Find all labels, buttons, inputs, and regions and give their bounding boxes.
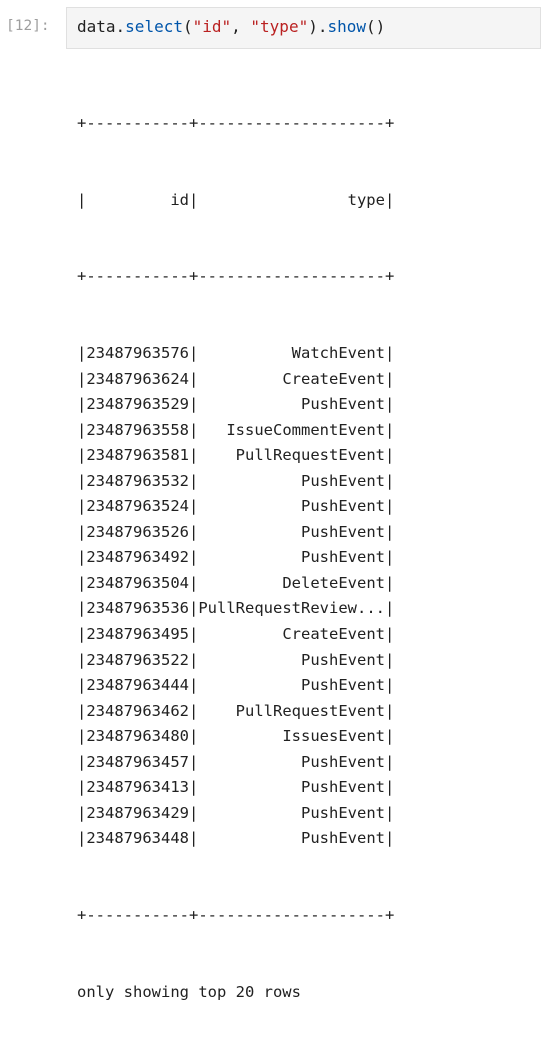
code-input-area[interactable]: data.select("id", "type").show() bbox=[66, 7, 541, 49]
table-row: |23487963529| PushEvent| bbox=[77, 395, 395, 414]
cell-type: PushEvent bbox=[198, 522, 385, 541]
cell-type: PushEvent bbox=[198, 803, 385, 822]
cell-id: 23487963504 bbox=[86, 573, 189, 592]
cell-type: PushEvent bbox=[198, 650, 385, 669]
table-row: |23487963448| PushEvent| bbox=[77, 829, 395, 848]
cell-id: 23487963536 bbox=[86, 599, 189, 618]
code-comma: , bbox=[231, 17, 251, 36]
cell-type: PushEvent bbox=[198, 395, 385, 414]
cell-type: WatchEvent bbox=[198, 344, 385, 363]
cell-type: PushEvent bbox=[198, 676, 385, 695]
table-row: |23487963413| PushEvent| bbox=[77, 778, 395, 797]
code-close-paren: ) bbox=[308, 17, 318, 36]
table-row: |23487963526| PushEvent| bbox=[77, 522, 395, 541]
table-row: |23487963495| CreateEvent| bbox=[77, 625, 395, 644]
cell-id: 23487963448 bbox=[86, 829, 189, 848]
cell-id: 23487963492 bbox=[86, 548, 189, 567]
execution-count-prompt: [12]: bbox=[6, 18, 50, 34]
cell-id: 23487963581 bbox=[86, 446, 189, 465]
cell-id: 23487963576 bbox=[86, 344, 189, 363]
table-header-row: | id| type| bbox=[77, 190, 395, 209]
cell-type: PullRequestEvent bbox=[198, 446, 385, 465]
table-row: |23487963457| PushEvent| bbox=[77, 752, 395, 771]
code-string-type: "type" bbox=[250, 17, 309, 36]
cell-id: 23487963529 bbox=[86, 395, 189, 414]
table-row: |23487963524| PushEvent| bbox=[77, 497, 395, 516]
table-row: |23487963558| IssueCommentEvent| bbox=[77, 420, 395, 439]
table-row: |23487963624| CreateEvent| bbox=[77, 369, 395, 388]
code-method-select: select bbox=[125, 17, 183, 36]
code-method-show: show bbox=[327, 17, 367, 36]
cell-id: 23487963457 bbox=[86, 752, 189, 771]
cell-type: CreateEvent bbox=[198, 625, 385, 644]
table-row: |23487963462| PullRequestEvent| bbox=[77, 701, 395, 720]
cell-type: PushEvent bbox=[198, 497, 385, 516]
cell-id: 23487963522 bbox=[86, 650, 189, 669]
cell-id: 23487963413 bbox=[86, 778, 189, 797]
table-border-bottom: +-----------+--------------------+ bbox=[77, 906, 395, 925]
table-row: |23487963429| PushEvent| bbox=[77, 803, 395, 822]
cell-type: PushEvent bbox=[198, 548, 385, 567]
notebook-cell: [12]: data.select("id", "type").show() +… bbox=[0, 0, 541, 1001]
cell-type: PushEvent bbox=[198, 778, 385, 797]
cell-id: 23487963462 bbox=[86, 701, 189, 720]
table-border-header: +-----------+--------------------+ bbox=[77, 267, 395, 286]
cell-type: IssuesEvent bbox=[198, 727, 385, 746]
cell-type: DeleteEvent bbox=[198, 573, 385, 592]
cell-id: 23487963524 bbox=[86, 497, 189, 516]
cell-type: PushEvent bbox=[198, 471, 385, 490]
cell-type: PullRequestReview... bbox=[198, 599, 385, 618]
cell-type: PullRequestEvent bbox=[198, 701, 385, 720]
cell-id: 23487963429 bbox=[86, 803, 189, 822]
cell-id: 23487963495 bbox=[86, 625, 189, 644]
cell-id: 23487963532 bbox=[86, 471, 189, 490]
cell-id: 23487963526 bbox=[86, 522, 189, 541]
output-footer-text: only showing top 20 rows bbox=[77, 982, 301, 1001]
code-string-id: "id" bbox=[192, 17, 232, 36]
cell-id: 23487963480 bbox=[86, 727, 189, 746]
cell-output: +-----------+--------------------+ | id|… bbox=[77, 60, 394, 1056]
table-row: |23487963581| PullRequestEvent| bbox=[77, 446, 395, 465]
cell-id: 23487963558 bbox=[86, 420, 189, 439]
code-dot: . bbox=[115, 17, 126, 36]
cell-type: PushEvent bbox=[198, 829, 385, 848]
table-row: |23487963492| PushEvent| bbox=[77, 548, 395, 567]
table-row: |23487963536|PullRequestReview...| bbox=[77, 599, 395, 618]
table-row: |23487963444| PushEvent| bbox=[77, 676, 395, 695]
code-open-paren: ( bbox=[182, 17, 193, 36]
cell-type: PushEvent bbox=[198, 752, 385, 771]
cell-type: IssueCommentEvent bbox=[198, 420, 385, 439]
cell-type: CreateEvent bbox=[198, 369, 385, 388]
cell-id: 23487963624 bbox=[86, 369, 189, 388]
cell-id: 23487963444 bbox=[86, 676, 189, 695]
table-row: |23487963480| IssuesEvent| bbox=[77, 727, 395, 746]
table-row: |23487963504| DeleteEvent| bbox=[77, 573, 395, 592]
code-call-parens: () bbox=[366, 17, 386, 36]
table-row: |23487963576| WatchEvent| bbox=[77, 344, 395, 363]
table-border-top: +-----------+--------------------+ bbox=[77, 114, 395, 133]
table-row: |23487963532| PushEvent| bbox=[77, 471, 395, 490]
table-body: |23487963576| WatchEvent| |23487963624| C… bbox=[77, 341, 394, 852]
table-row: |23487963522| PushEvent| bbox=[77, 650, 395, 669]
code-object-name: data bbox=[77, 17, 116, 36]
